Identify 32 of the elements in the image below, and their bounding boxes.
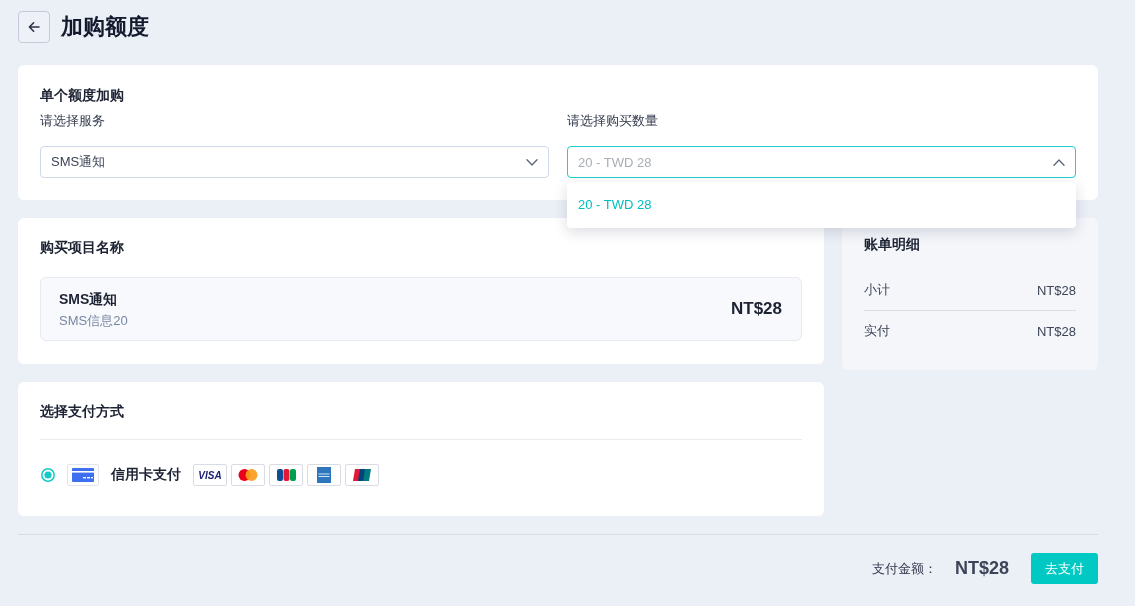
back-arrow-icon <box>28 21 40 33</box>
field-label: 请选择服务 <box>40 113 106 129</box>
jcb-logo-icon <box>269 464 303 486</box>
bill-row-value: NT$28 <box>1036 323 1076 339</box>
item-name: SMS通知 <box>59 289 119 308</box>
amex-logo-icon <box>307 464 341 486</box>
select-field[interactable]: SMS通知 <box>40 146 549 178</box>
total-amount: NT$28 <box>954 558 1009 579</box>
visa-logo: VISA <box>193 464 227 486</box>
bill-row-label: 小计 <box>864 281 890 299</box>
section-title: 购买项目名称 <box>40 238 125 256</box>
back-button[interactable] <box>18 11 50 43</box>
caret-icon <box>1053 158 1065 166</box>
radio-icon[interactable] <box>41 468 55 482</box>
section-title: 单个额度加购 <box>40 86 125 104</box>
item-price: NT$28 <box>730 299 782 319</box>
credit-card-icon <box>67 464 99 486</box>
mastercard-logo-icon <box>231 464 265 486</box>
select-field[interactable]: 20 - TWD 28 <box>567 146 1076 178</box>
section-title: 选择支付方式 <box>40 402 125 420</box>
item-detail: SMS信息20 <box>59 311 128 329</box>
unionpay-logo-icon <box>345 464 379 486</box>
page-title: 加购额度 <box>61 13 149 41</box>
pay-button[interactable]: 去支付 <box>1031 553 1098 584</box>
field-label: 请选择购买数量 <box>567 113 659 129</box>
section-title: 账单明细 <box>864 235 921 253</box>
payment-method-label: 信用卡支付 <box>111 466 181 484</box>
bill-row-value: NT$28 <box>1036 282 1076 298</box>
bill-row-label: 实付 <box>864 322 890 340</box>
dropdown-option[interactable]: 20 - TWD 28 <box>567 188 1076 222</box>
total-label: 支付金额： <box>871 559 937 578</box>
caret-icon <box>526 158 538 166</box>
